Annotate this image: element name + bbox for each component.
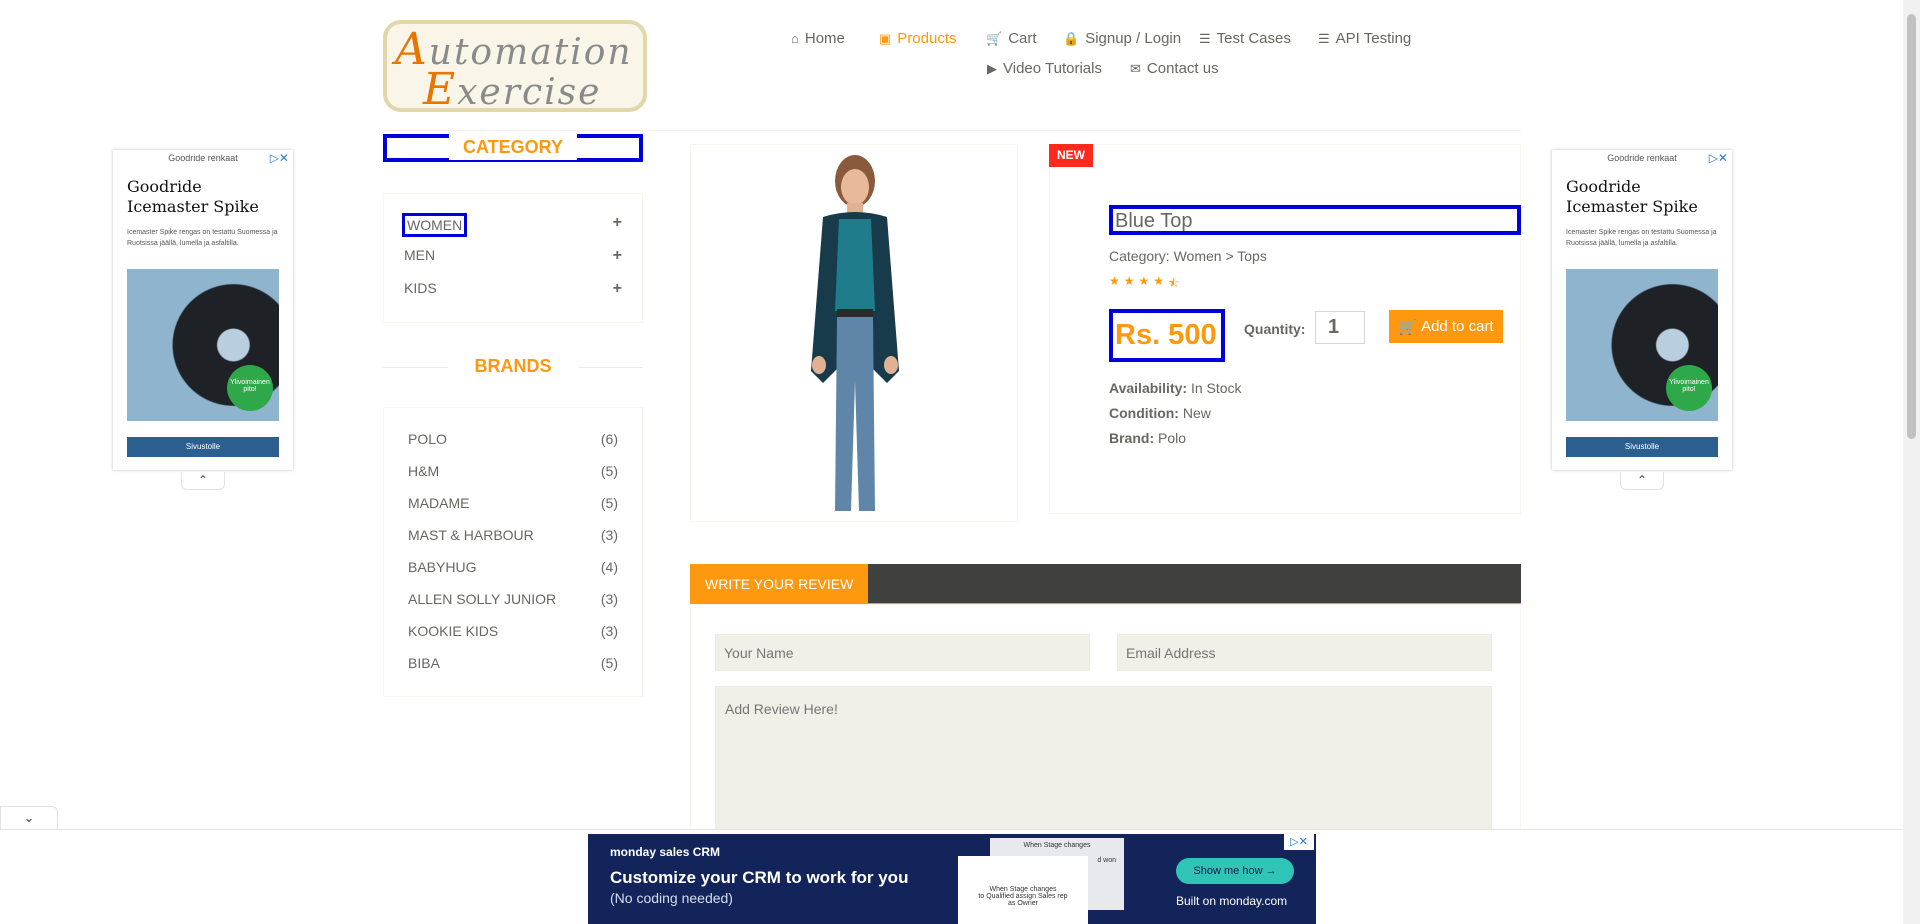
nav-contact-us[interactable]: ✉ Contact us	[1130, 60, 1219, 77]
youtube-play-icon: ▶	[987, 60, 997, 76]
review-name-input[interactable]	[715, 634, 1090, 671]
ad-headline: Goodride Icemaster Spike	[127, 177, 259, 216]
brands-title: BRANDS	[383, 356, 643, 377]
envelope-icon: ✉	[1130, 60, 1141, 76]
quantity-input[interactable]: 1	[1315, 311, 1365, 344]
category-label: WOMEN	[402, 213, 468, 237]
category-panel: WOMEN + MEN + KIDS +	[383, 193, 643, 323]
shopping-bag-icon: ▣	[879, 30, 892, 46]
ad-collapse-tab[interactable]: ⌃	[1620, 472, 1664, 490]
home-icon: ⌂	[791, 31, 799, 46]
ad-cta-button[interactable]: Show me how →	[1176, 858, 1294, 884]
nav-test-cases[interactable]: ☰ Test Cases	[1199, 30, 1291, 47]
ad-cta-button[interactable]: Sivustolle	[1566, 437, 1718, 457]
category-title: CATEGORY	[383, 134, 643, 162]
nav-cart[interactable]: 🛒 Cart	[986, 30, 1037, 47]
nav-home[interactable]: ⌂ Home	[791, 30, 845, 47]
plus-icon[interactable]: +	[613, 280, 622, 298]
new-badge: NEW	[1049, 144, 1093, 167]
ad-badge: Ylivoimainen pito!	[1666, 365, 1712, 411]
nav-products[interactable]: ▣ Products	[879, 30, 957, 47]
ad-body: Icemaster Spike rengas on testattu Suome…	[127, 229, 278, 247]
ad-close-icon[interactable]: ▷✕	[270, 151, 289, 165]
product-category: Category: Women > Tops	[1109, 248, 1267, 264]
rating-stars: ★ ★ ★ ★ ⯪	[1109, 274, 1179, 295]
ad-collapse-tab[interactable]: ⌃	[181, 472, 225, 490]
category-kids[interactable]: KIDS +	[404, 280, 624, 298]
brand-mast-harbour[interactable]: MAST & HARBOUR (3)	[408, 527, 618, 543]
header-divider	[383, 130, 1521, 131]
bottom-ad[interactable]: monday sales CRM Customize your CRM to w…	[588, 834, 1316, 924]
star-icon: ★	[1109, 274, 1120, 288]
review-textarea[interactable]	[715, 686, 1492, 831]
right-side-ad[interactable]: Goodride renkaat ▷✕ Goodride Icemaster Sp…	[1552, 150, 1732, 470]
ad-body: Icemaster Spike rengas on testattu Suome…	[1566, 229, 1717, 247]
write-review-tab[interactable]: WRITE YOUR REVIEW	[690, 564, 868, 604]
plus-icon[interactable]: +	[613, 247, 622, 265]
ad-header: Goodride renkaat	[168, 153, 238, 163]
nav-api-testing[interactable]: ☰ API Testing	[1318, 30, 1411, 47]
nav-signup-login[interactable]: 🔒 Signup / Login	[1063, 30, 1181, 47]
shopping-cart-icon: 🛒	[986, 30, 1003, 46]
chevron-up-icon: ⌃	[1636, 473, 1648, 487]
product-title: Blue Top	[1109, 205, 1521, 235]
condition: Condition: New	[1109, 405, 1211, 421]
ad-subline: (No coding needed)	[610, 890, 733, 906]
logo-line-2: Exercise	[423, 64, 602, 115]
page-scrollbar[interactable]	[1903, 0, 1920, 924]
brand-madame[interactable]: MADAME (5)	[408, 495, 618, 511]
list-icon: ☰	[1318, 30, 1330, 46]
lock-icon: 🔒	[1063, 30, 1080, 46]
product-image	[811, 155, 899, 511]
availability: Availability: In Stock	[1109, 380, 1242, 396]
category-women[interactable]: WOMEN +	[402, 213, 622, 237]
ad-badge: Ylivoimainen pito!	[227, 365, 273, 411]
brand-babyhug[interactable]: BABYHUG (4)	[408, 559, 618, 575]
product-image-panel	[690, 144, 1018, 522]
star-icon: ★	[1123, 274, 1135, 288]
bottom-ad-collapse-tab[interactable]: ⌄	[0, 806, 58, 830]
ad-headline: Goodride Icemaster Spike	[1566, 177, 1698, 216]
brand-polo[interactable]: POLO (6)	[408, 431, 618, 447]
add-to-cart-button[interactable]: 🛒 Add to cart	[1389, 310, 1503, 343]
star-icon: ★	[1138, 274, 1150, 288]
list-icon: ☰	[1199, 30, 1211, 46]
ad-close-icon[interactable]: ▷✕	[1709, 151, 1728, 165]
left-side-ad[interactable]: Goodride renkaat ▷✕ Goodride Icemaster Sp…	[113, 150, 293, 470]
shopping-cart-icon: 🛒	[1398, 318, 1418, 336]
brands-panel: POLO (6) H&M (5) MADAME (5) MAST & HARBOUR(…	[383, 407, 643, 697]
brand-hm[interactable]: H&M (5)	[408, 463, 618, 479]
star-half-icon: ⯪	[1168, 276, 1180, 290]
brand-biba[interactable]: BIBA (5)	[408, 655, 618, 671]
chevron-down-icon: ⌄	[23, 810, 35, 825]
brand: Brand: Polo	[1109, 430, 1187, 446]
category-men[interactable]: MEN +	[404, 247, 624, 265]
ad-cta-button[interactable]: Sivustolle	[127, 437, 279, 457]
plus-icon[interactable]: +	[613, 214, 622, 232]
star-icon: ★	[1153, 274, 1165, 288]
brand-kookie-kids[interactable]: KOOKIE KIDS (3)	[408, 623, 618, 639]
ad-close-icon[interactable]: ▷✕	[1284, 834, 1314, 850]
quantity-label: Quantity:	[1244, 321, 1306, 337]
ad-headline: Customize your CRM to work for you	[610, 868, 909, 887]
ad-built-on: Built on monday.com	[1176, 894, 1288, 908]
review-tab-bar: WRITE YOUR REVIEW	[690, 564, 1521, 604]
category-label: KIDS	[404, 280, 437, 296]
tire-image: Ylivoimainen pito!	[1566, 269, 1718, 421]
chevron-up-icon: ⌃	[197, 473, 209, 487]
tire-image: Ylivoimainen pito!	[127, 269, 279, 421]
brand-allen-solly-junior[interactable]: ALLEN SOLLY JUNIOR (3)	[408, 591, 618, 607]
ad-brand: monday sales CRM	[610, 845, 721, 859]
product-price: Rs. 500	[1109, 309, 1225, 362]
site-logo[interactable]: Automation Exercise	[383, 20, 647, 115]
scrollbar-thumb[interactable]	[1907, 14, 1916, 439]
nav-video-tutorials[interactable]: ▶ Video Tutorials	[987, 60, 1102, 77]
ad-header: Goodride renkaat	[1607, 153, 1677, 163]
review-email-input[interactable]	[1117, 634, 1492, 671]
ad-card: When Stage changes to Qualified assign Sa…	[958, 856, 1088, 924]
category-label: MEN	[404, 247, 436, 263]
